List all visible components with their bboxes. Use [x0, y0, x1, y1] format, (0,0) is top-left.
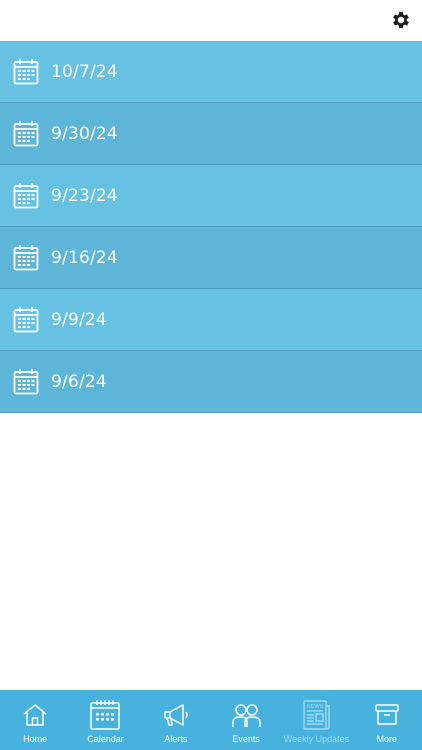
list-item[interactable]: 9/6/24: [0, 351, 422, 413]
calendar-icon: [90, 700, 121, 730]
tab-label: Events: [232, 734, 260, 744]
tab-label: Home: [23, 734, 48, 744]
calendar-icon: [13, 307, 39, 333]
tab-calendar[interactable]: Calendar: [70, 690, 140, 750]
list-item-date: 9/6/24: [51, 371, 107, 392]
tab-home[interactable]: Home: [0, 690, 70, 750]
gear-icon[interactable]: [390, 9, 412, 31]
tab-label: More: [376, 734, 398, 744]
calendar-icon: [13, 121, 39, 147]
archive-box-icon: [375, 704, 399, 725]
tab-label: Alerts: [164, 734, 188, 744]
tab-alerts[interactable]: Alerts: [141, 690, 211, 750]
tab-events[interactable]: Events: [211, 690, 281, 750]
calendar-icon: [13, 59, 39, 85]
weekly-updates-list: 10/7/24 9/30/24 9/23/24 9/16/24 9/9/24 9…: [0, 41, 422, 413]
list-item-date: 9/30/24: [51, 123, 118, 144]
list-item-date: 9/23/24: [51, 185, 118, 206]
calendar-icon: [13, 369, 39, 395]
tab-more[interactable]: More: [352, 690, 422, 750]
calendar-icon: [13, 183, 39, 209]
list-item-date: 9/9/24: [51, 309, 107, 330]
list-item[interactable]: 9/9/24: [0, 289, 422, 351]
list-item-date: 9/16/24: [51, 247, 118, 268]
people-icon: [232, 704, 261, 727]
list-item[interactable]: 9/30/24: [0, 103, 422, 165]
home-icon: [23, 704, 47, 726]
tab-weekly-updates[interactable]: NEWS Weekly Updates: [281, 690, 351, 750]
calendar-icon: [13, 245, 39, 271]
list-item[interactable]: 9/16/24: [0, 227, 422, 289]
bottom-tab-bar: Home Calendar Alerts Events NEWS Weekly …: [0, 690, 422, 750]
tab-label: Calendar: [87, 734, 124, 744]
list-item-date: 10/7/24: [51, 61, 118, 82]
newspaper-icon: NEWS: [303, 700, 331, 730]
list-item[interactable]: 9/23/24: [0, 165, 422, 227]
list-item[interactable]: 10/7/24: [0, 41, 422, 103]
tab-label: Weekly Updates: [283, 734, 350, 744]
svg-text:NEWS: NEWS: [307, 704, 324, 710]
megaphone-icon: [164, 704, 188, 726]
top-bar: [0, 0, 422, 41]
